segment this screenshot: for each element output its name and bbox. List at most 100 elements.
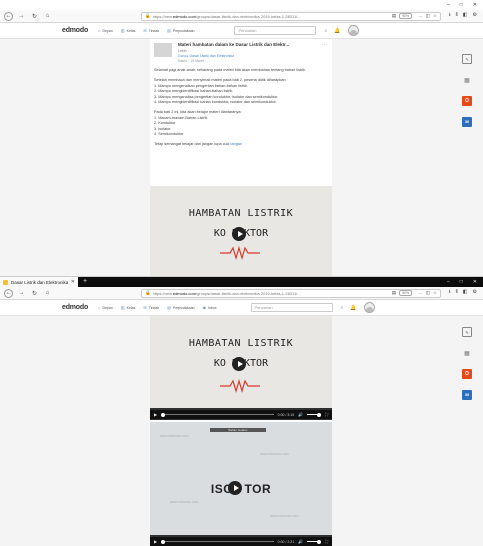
back-icon[interactable]: ← [4,11,13,21]
download-icon[interactable]: ⭳ [449,12,451,20]
search-input[interactable]: Pencarian [234,26,317,35]
pocket-icon[interactable]: ◫ [426,290,430,296]
post-recipients[interactable]: Guru ▸ Dasar Listrik dan Elektronika [178,54,328,58]
reload-icon[interactable]: ↻ [30,12,39,21]
menu-item-messages[interactable]: ✉ Tindak [143,28,159,33]
office-icon[interactable]: O [462,96,472,106]
nav-toolbar: ← → ↻ ⌂ 🔒 https://new.edmodo.com/groups/… [0,10,483,23]
volume-slider[interactable] [307,539,322,544]
inbox-icon: ◉ [202,305,206,310]
reload-icon[interactable]: ↻ [30,289,39,298]
search-input[interactable]: Pencarian [250,303,333,312]
pocket-icon[interactable]: ◫ [426,13,430,19]
url-text: https://new.edmodo.com/groups/dasar-list… [152,13,301,19]
maximize-button[interactable]: □ [460,279,463,285]
close-window-button[interactable]: ✕ [473,2,477,8]
library-icon[interactable]: ⫴ [456,12,458,20]
edit-icon[interactable]: ✎ [462,54,472,64]
resistor-sketch [220,246,260,260]
menu-item-library[interactable]: ▤ Perpustakaan [167,28,194,33]
extension-icon[interactable]: ⚙ [473,289,477,297]
library-icon[interactable]: ⫴ [456,289,458,297]
apps-grid-icon[interactable]: ▦ [462,348,472,358]
volume-slider[interactable] [307,412,322,417]
volume-icon[interactable]: 🔊 [298,412,303,417]
video-player-2[interactable]: www.edmodo.com www.edmodo.com www.edmodo… [150,422,332,546]
edit-icon[interactable]: ✎ [462,327,472,337]
back-icon[interactable]: ← [4,288,13,298]
zoom-level[interactable]: 90% [399,13,413,19]
home-icon[interactable]: ⌂ [43,12,52,21]
home-icon[interactable]: ⌂ [43,289,52,298]
close-tab-icon[interactable]: ✕ [71,279,75,285]
avatar[interactable] [363,302,375,313]
right-tools: ✎ ▦ O 30 [461,327,473,400]
maximize-button[interactable]: □ [460,2,463,8]
new-tab-button[interactable]: + [83,277,87,287]
minimize-button[interactable]: – [447,2,450,8]
notifications-icon[interactable]: 🔔 [350,305,356,311]
edmodo-logo[interactable]: edmodo [62,304,88,311]
url-bar[interactable]: 🔒 https://new.edmodo.com/groups/dasar-li… [141,288,441,298]
menu-item-home[interactable]: ⌂ Depan [98,28,113,33]
sidebar-icon[interactable]: ◧ [463,12,468,20]
calendar-icon[interactable]: 30 [462,117,472,127]
download-icon[interactable]: ⭳ [449,289,451,297]
edmodo-logo[interactable]: edmodo [62,27,88,34]
url-text: https://new.edmodo.com/groups/dasar-list… [152,290,301,296]
reader-icon[interactable]: ▤ [392,290,396,296]
play-icon[interactable]: ▶ [154,412,157,417]
menu-item-messages[interactable]: ✉ Tindak [143,305,159,310]
notifications-icon[interactable]: 🔔 [334,28,340,34]
zoom-level[interactable]: 90% [399,290,413,296]
reader-icon[interactable]: ▤ [392,13,396,19]
minimize-button[interactable]: – [447,279,450,285]
play-button[interactable] [228,481,242,495]
menu-item-home[interactable]: ⌂ Depan [98,305,113,310]
more-options-icon[interactable]: ··· [322,42,327,48]
seek-bar[interactable] [161,539,274,544]
forward-icon[interactable]: → [17,289,26,298]
fullscreen-icon[interactable]: ⛶ [325,539,328,544]
right-tools: ✎ ▦ O 30 [461,54,473,127]
watermark-text: www.edmodo.com [160,434,189,438]
post-subtitle[interactable]: Lebih [178,49,328,53]
apps-grid-icon[interactable]: ▦ [462,75,472,85]
header-icons: ⌕ 🔔 [324,25,359,36]
bookmark-star-icon[interactable]: ☆ [433,13,437,19]
menu-item-inbox[interactable]: ◉ Inbox [202,305,216,310]
volume-icon[interactable]: 🔊 [298,539,303,544]
search-icon[interactable]: ⌕ [341,305,344,311]
page-content: Materi hambatan dalam ke Dasar Listrik d… [0,39,483,276]
post-paragraph: Selamat pagi anak-anak, sekarang pada ma… [154,68,306,72]
url-bar[interactable]: 🔒 https://new.edmodo.com/groups/dasar-li… [141,11,441,21]
more-icon[interactable]: ··· [418,291,423,296]
menu-item-classes[interactable]: ▥ Kelas [121,28,136,33]
menu-label: Perpustakaan [172,28,195,33]
search-icon[interactable]: ⌕ [324,28,327,34]
forward-icon[interactable]: → [17,12,26,21]
more-icon[interactable]: ··· [418,14,423,19]
avatar[interactable] [347,25,359,36]
play-icon[interactable]: ▶ [154,539,157,544]
fullscreen-icon[interactable]: ⛶ [325,412,328,417]
menu-item-library[interactable]: ▤ Perpustakaan [167,305,194,310]
closing-link[interactable]: tangan [230,142,242,146]
seek-bar[interactable] [161,412,274,417]
bookmark-star-icon[interactable]: ☆ [433,290,437,296]
calendar-icon[interactable]: 30 [462,390,472,400]
office-icon[interactable]: O [462,369,472,379]
play-button[interactable] [232,357,246,371]
close-window-button[interactable]: ✕ [473,279,477,285]
video-player-1[interactable]: HAMBATAN LISTRIK KO DUKTOR [150,186,332,276]
sidebar-icon[interactable]: ◧ [463,289,468,297]
search-placeholder: Pencarian [238,28,257,33]
post-title[interactable]: Materi hambatan dalam ke Dasar Listrik d… [178,42,328,47]
browser-tab[interactable]: Dasar Listrik dan Elektronika 20 ✕ [0,277,78,287]
poster-avatar[interactable] [154,43,172,57]
video-player-1[interactable]: HAMBATAN LISTRIK KO DUKTOR ▶ 0:00 / 3:15… [150,316,332,420]
library-icon: ▤ [167,28,171,33]
extension-icon[interactable]: ⚙ [473,12,477,20]
menu-item-classes[interactable]: ▥ Kelas [121,305,136,310]
play-button[interactable] [232,227,246,241]
